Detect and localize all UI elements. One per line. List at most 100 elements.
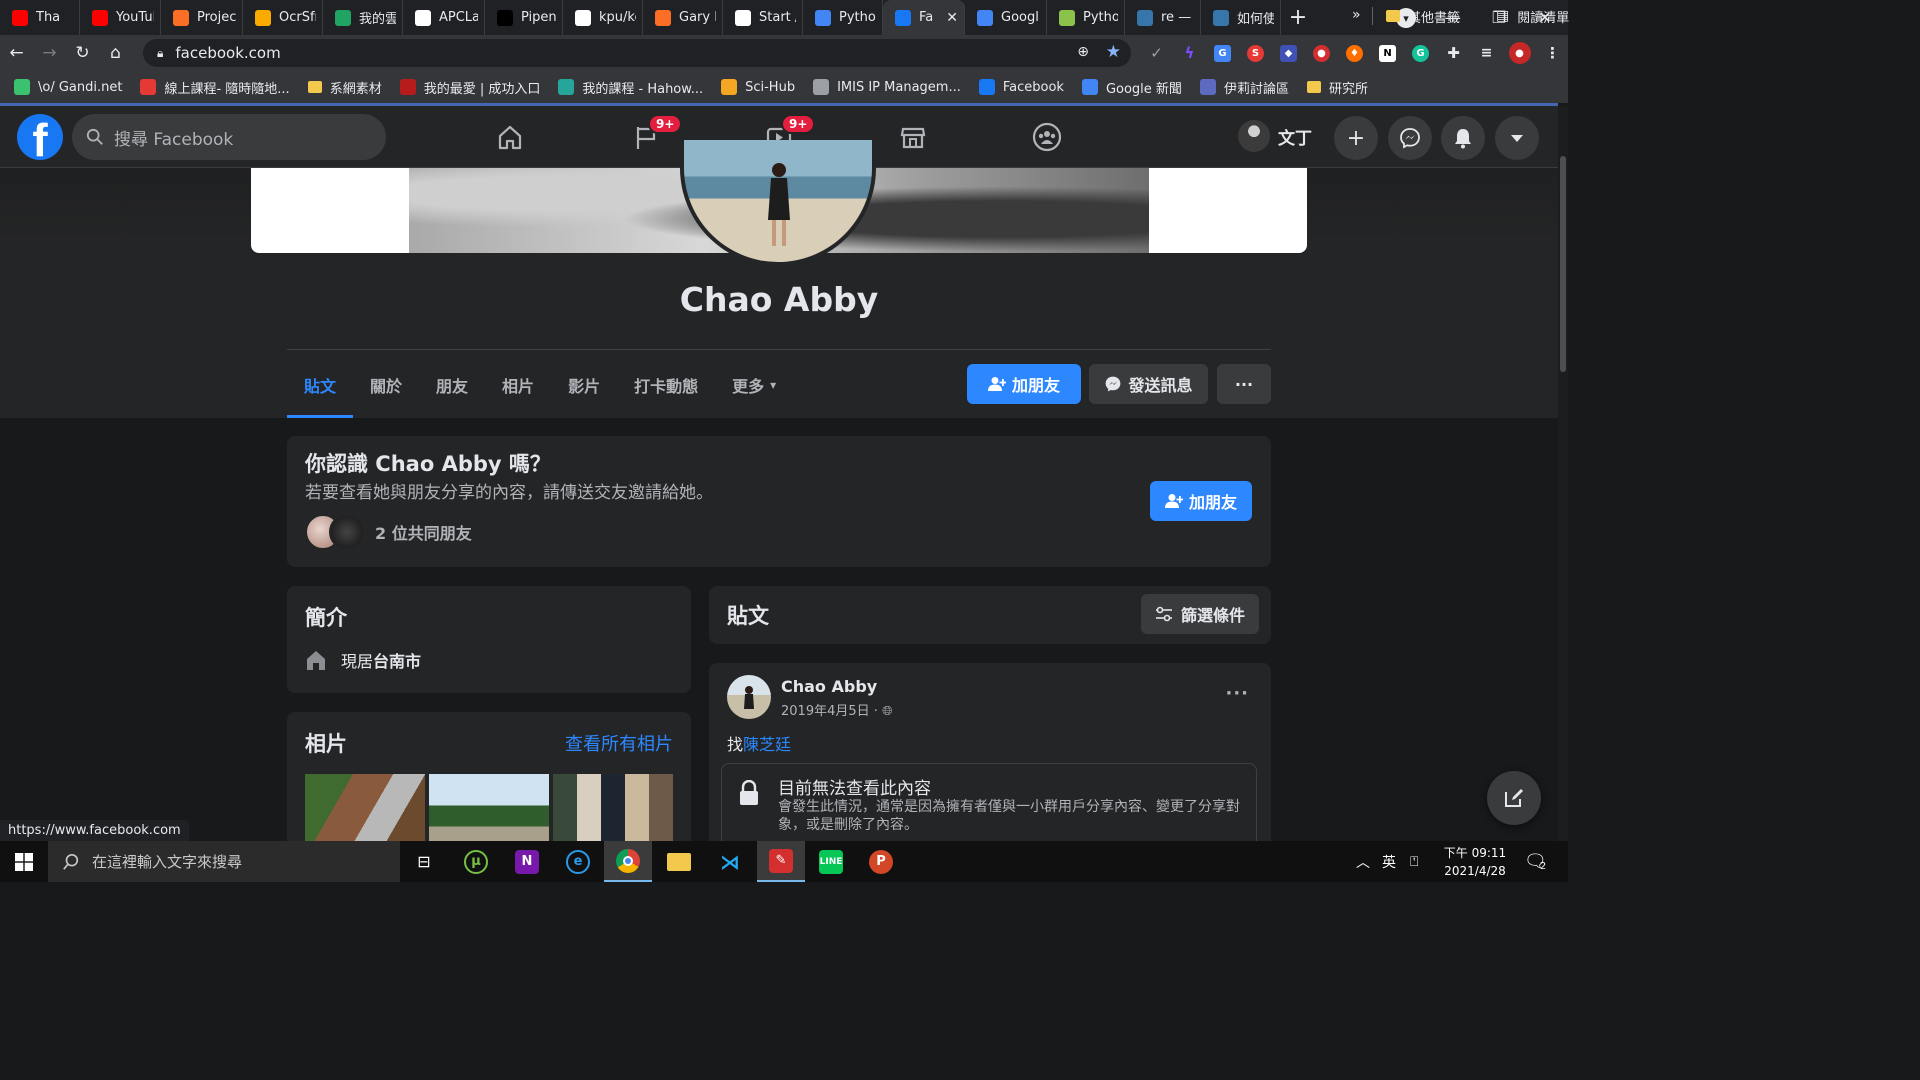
profile-tab[interactable]: 影片 — [551, 352, 617, 418]
notifications-button[interactable] — [1441, 116, 1485, 160]
browser-tab[interactable]: Pythor — [803, 0, 883, 35]
add-friend-button-secondary[interactable]: 加朋友 — [1150, 481, 1252, 521]
profile-tab[interactable]: 貼文 — [287, 352, 354, 418]
ime-indicator[interactable]: 英 — [1382, 841, 1396, 882]
profile-chip[interactable]: 文丁 — [1232, 116, 1322, 156]
reading-list[interactable]: ▤ 閱讀清單 — [1496, 7, 1569, 26]
browser-tab[interactable]: kpu/ke — [563, 0, 643, 35]
task-view-icon[interactable]: ⊟ — [400, 841, 448, 882]
pen-app-icon[interactable]: ✎ — [757, 841, 805, 882]
chrome-menu-icon[interactable]: ⋮ — [1536, 35, 1569, 71]
intro-city[interactable]: 台南市 — [373, 652, 421, 671]
photo-thumbnail[interactable] — [305, 774, 425, 844]
post-options-icon[interactable]: ··· — [1225, 683, 1249, 704]
bookmark-item[interactable]: Facebook — [978, 79, 1064, 95]
bolt-extension-icon[interactable]: ϟ — [1173, 35, 1206, 71]
edge-like-icon[interactable]: e — [554, 841, 602, 882]
file-explorer-icon[interactable] — [655, 841, 703, 882]
facebook-search-input[interactable]: 搜尋 Facebook — [72, 114, 386, 160]
photo-thumbnail[interactable] — [429, 774, 549, 844]
browser-tab[interactable]: Googl — [965, 0, 1047, 35]
close-tab-icon[interactable]: ✕ — [946, 10, 958, 26]
tray-expand-icon[interactable]: ︿ — [1356, 841, 1370, 882]
home-icon[interactable]: ⌂ — [99, 35, 132, 71]
url-text[interactable]: facebook.com — [175, 44, 280, 62]
puzzle-extensions-icon[interactable]: ✚ — [1437, 35, 1470, 71]
browser-tab[interactable]: Fac ✕ — [883, 0, 965, 35]
other-bookmarks[interactable]: 其他書籤 — [1386, 7, 1460, 26]
bookmark-item[interactable]: Sci-Hub — [721, 79, 795, 95]
create-button[interactable]: + — [1334, 116, 1378, 160]
profile-tab[interactable]: 關於 — [353, 352, 419, 418]
grammarly-extension-icon[interactable]: G — [1404, 35, 1437, 71]
browser-tab[interactable]: Project — [161, 0, 243, 35]
mutual-friends[interactable]: 2 位共同朋友 — [305, 514, 472, 550]
bookmark-item[interactable]: 我的課程 - Hahow... — [558, 78, 703, 97]
lock-icon[interactable]: 🔒︎ — [157, 46, 163, 61]
bookmark-item[interactable]: 系網素材 — [307, 78, 382, 97]
more-actions-button[interactable]: ··· — [1217, 364, 1271, 404]
browser-tab[interactable]: 如何使 — [1201, 0, 1281, 35]
facebook-logo-icon[interactable]: f — [17, 114, 63, 160]
post-date[interactable]: 2019年4月5日 — [781, 704, 870, 719]
messenger-button[interactable] — [1388, 116, 1432, 160]
post-author-avatar[interactable] — [727, 675, 771, 719]
browser-tab[interactable]: 我的雲 — [323, 0, 403, 35]
line-icon[interactable]: LINE — [807, 841, 855, 882]
ime-mode-icon[interactable]: ⍞ — [1410, 841, 1418, 882]
filter-button[interactable]: 篩選條件 — [1140, 594, 1259, 634]
powerpoint-icon[interactable]: P — [857, 841, 905, 882]
photo-thumbnail[interactable] — [553, 774, 673, 844]
send-message-button[interactable]: 發送訊息 — [1089, 364, 1208, 404]
system-clock[interactable]: 下午 09:11 2021/4/28 — [1432, 844, 1518, 880]
notion-extension-icon[interactable]: N — [1371, 35, 1404, 71]
utorrent-icon[interactable]: μ — [452, 841, 500, 882]
browser-tab[interactable]: APCLa — [403, 0, 485, 35]
browser-tab[interactable]: OcrSfrs — [243, 0, 323, 35]
bookmark-star-icon[interactable]: ★ — [1106, 42, 1121, 62]
browser-tab[interactable]: re — R — [1125, 0, 1201, 35]
shield-extension-icon[interactable]: ◆ — [1272, 35, 1305, 71]
profile-tab[interactable]: 更多 ▾ — [715, 352, 793, 418]
add-friend-button[interactable]: 加朋友 — [967, 364, 1081, 404]
profile-tab[interactable]: 朋友 — [419, 352, 485, 418]
windows-start-icon[interactable] — [0, 841, 48, 882]
account-menu-button[interactable] — [1495, 116, 1539, 160]
chrome-icon[interactable] — [604, 841, 652, 882]
bookmark-item[interactable]: 伊莉討論區 — [1199, 78, 1289, 97]
notification-center-icon[interactable]: 🗨︎ 2 — [1524, 841, 1547, 882]
scrollbar-thumb[interactable] — [1560, 156, 1566, 372]
checkmark-extension-icon[interactable]: ✓ — [1140, 35, 1173, 71]
windows-search-input[interactable]: 在這裡輸入文字來搜尋 — [48, 841, 400, 882]
bookmark-item[interactable]: IMIS IP Managem... — [813, 79, 961, 95]
new-tab-button[interactable]: + — [1281, 0, 1315, 35]
address-bar[interactable]: 🔒︎ facebook.com ⊕ ★ — [143, 39, 1131, 67]
browser-tab[interactable]: Pythor — [1047, 0, 1125, 35]
reload-icon[interactable]: ↻ — [66, 35, 99, 71]
profile-avatar-icon[interactable]: ● — [1503, 35, 1536, 71]
record-extension-icon[interactable]: ● — [1305, 35, 1338, 71]
profile-tab[interactable]: 打卡動態 — [617, 352, 715, 418]
nav-groups[interactable] — [991, 114, 1103, 160]
bookmark-item[interactable]: 線上課程- 隨時隨地... — [140, 78, 290, 97]
browser-tab[interactable]: Start / — [723, 0, 803, 35]
back-icon[interactable]: ← — [0, 35, 33, 71]
browser-tab[interactable]: Tha — [0, 0, 80, 35]
browser-tab[interactable]: Pipenv — [485, 0, 563, 35]
browser-tab[interactable]: Gary Le — [643, 0, 723, 35]
forward-icon[interactable]: → — [33, 35, 66, 71]
new-message-button[interactable] — [1487, 771, 1541, 825]
fire-extension-icon[interactable]: ♦ — [1338, 35, 1371, 71]
zoom-icon[interactable]: ⊕ — [1077, 44, 1089, 60]
profile-tab[interactable]: 相片 — [485, 352, 551, 418]
bookmark-item[interactable]: 研究所 — [1306, 78, 1368, 97]
nav-home[interactable] — [454, 114, 566, 160]
post-author-name[interactable]: Chao Abby — [781, 677, 877, 696]
translate-extension-icon[interactable]: G — [1206, 35, 1239, 71]
bookmark-item[interactable]: \o/ Gandi.net — [14, 79, 122, 95]
browser-tab[interactable]: YouTul — [80, 0, 161, 35]
bookmark-item[interactable]: Google 新聞 — [1081, 78, 1182, 97]
bookmarks-overflow-icon[interactable]: » — [1352, 7, 1361, 23]
media-control-icon[interactable]: ≡ — [1470, 35, 1503, 71]
tagged-person-link[interactable]: 陳芝廷 — [743, 735, 791, 754]
